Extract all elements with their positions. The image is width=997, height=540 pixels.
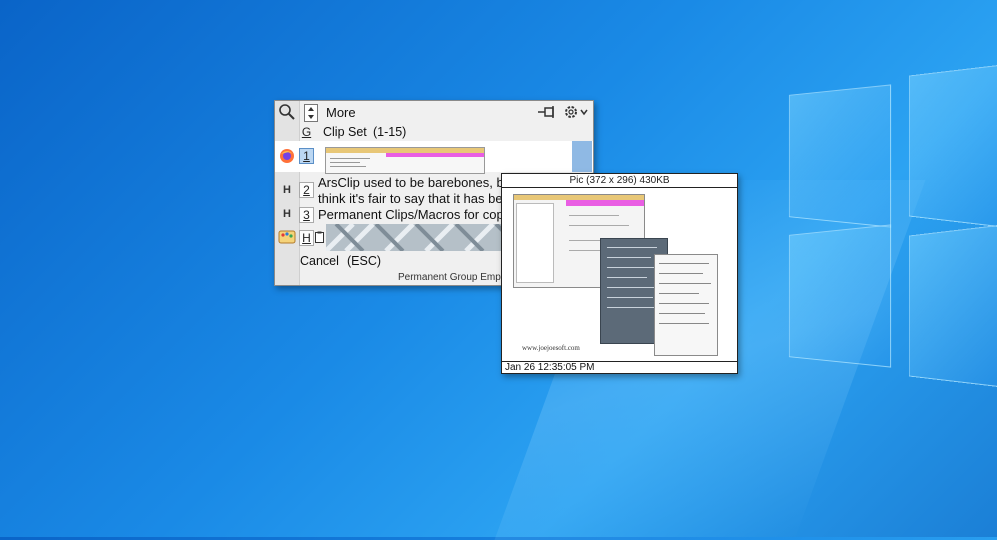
clip-item-1[interactable]: 1 [275, 141, 593, 174]
item-2-badge: H [283, 184, 291, 196]
windows-logo [780, 63, 997, 430]
preview-image: www.joejoesoft.com [502, 188, 737, 360]
item-1-thumbnail [325, 147, 485, 174]
clipset-hotkey: G [301, 125, 312, 139]
item-2-hotkey: 2 [299, 182, 314, 198]
gear-icon[interactable] [562, 103, 590, 121]
image-preview-window: Pic (372 x 296) 430KB www.joejoesoft.com… [501, 173, 738, 374]
search-icon[interactable] [278, 103, 296, 121]
paint-icon [277, 227, 297, 247]
cancel-label: Cancel [300, 254, 339, 268]
clipset-range: (1-15) [373, 125, 407, 139]
preview-timestamp: Jan 26 12:35:05 PM [502, 361, 737, 373]
pin-icon[interactable] [537, 104, 557, 120]
clipboard-icon [315, 231, 324, 243]
status-text: Permanent Group Empty [398, 272, 509, 283]
item-4-hotkey: H [299, 230, 314, 246]
menu-toolbar: More [275, 102, 593, 122]
cancel-hint: (ESC) [347, 254, 382, 268]
preview-title: Pic (372 x 296) 430KB [502, 174, 737, 188]
selection-highlight [572, 141, 592, 172]
item-1-hotkey: 1 [299, 148, 314, 164]
item-3-badge: H [283, 208, 291, 220]
clipset-label: Clip Set [323, 125, 367, 139]
more-menu[interactable]: More [326, 105, 356, 120]
item-3-hotkey: 3 [299, 207, 314, 223]
preview-watermark: www.joejoesoft.com [522, 344, 580, 352]
updown-icon[interactable] [304, 104, 318, 122]
firefox-icon [277, 146, 297, 166]
clip-set-row[interactable]: G Clip Set (1-15) [275, 122, 593, 142]
